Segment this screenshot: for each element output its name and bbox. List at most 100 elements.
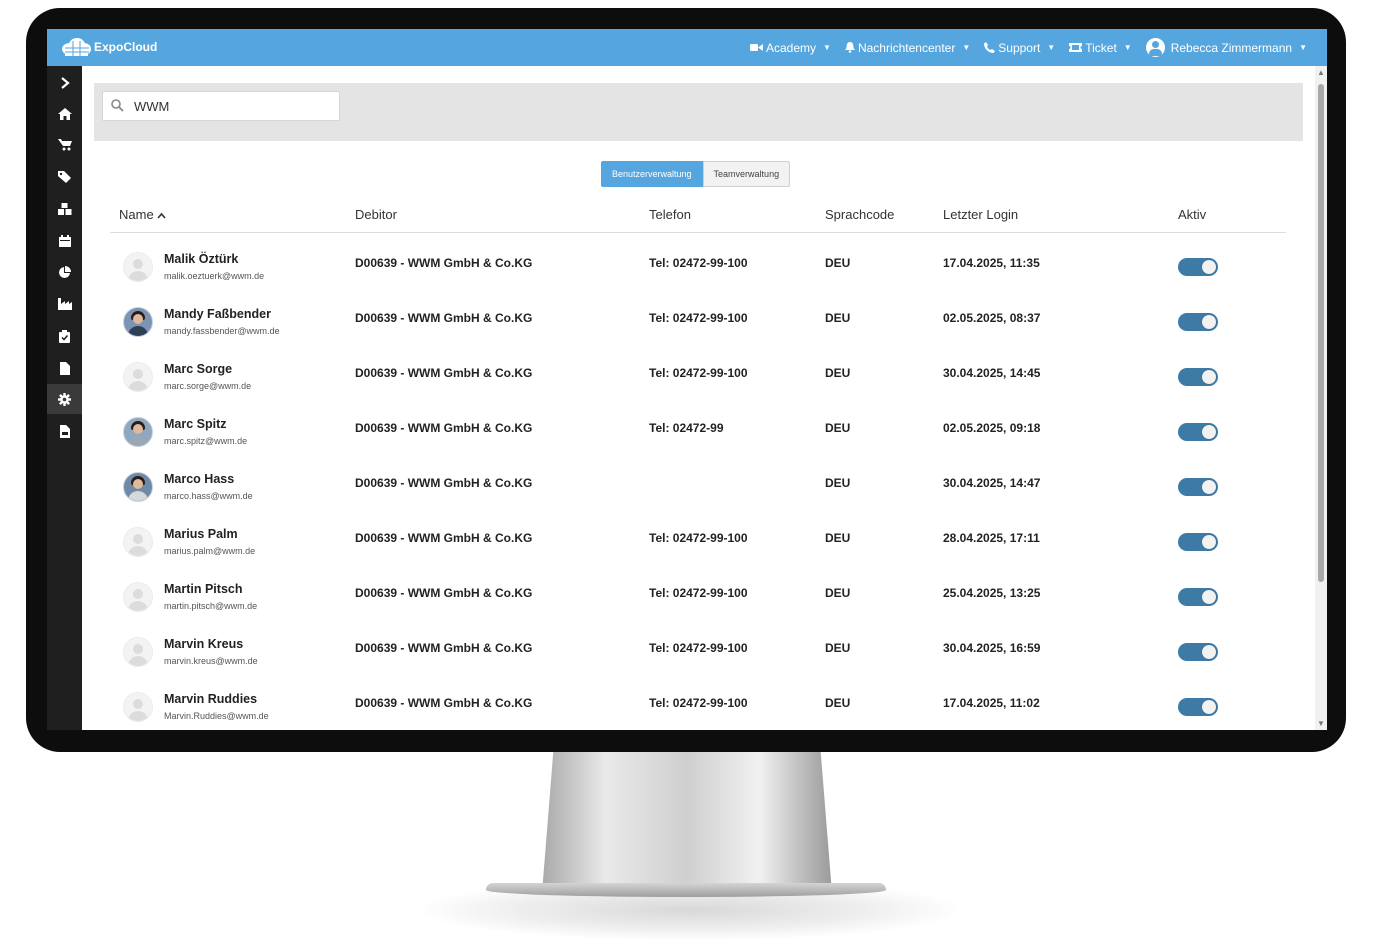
user-name-cell: Marc Sorge (164, 362, 233, 376)
sprachcode-cell: DEU (825, 531, 851, 545)
nav-nachrichtencenter[interactable]: Nachrichtencenter ▼ (844, 41, 971, 55)
monitor-stand-base (486, 883, 886, 897)
table-row[interactable]: Marc Sorge marc.sorge@wwm.de D00639 - WW… (110, 351, 1286, 406)
nav-support[interactable]: Support ▼ (984, 41, 1055, 55)
sprachcode-cell: DEU (825, 586, 851, 600)
active-toggle[interactable] (1178, 588, 1218, 606)
user-name-cell: Marco Hass (164, 472, 235, 486)
column-header-name[interactable]: Name (119, 207, 166, 222)
table-row[interactable]: Marvin Ruddies Marvin.Ruddies@wwm.de D00… (110, 681, 1286, 730)
sprachcode-cell: DEU (825, 366, 851, 380)
table-row[interactable]: Malik Öztürk malik.oeztuerk@wwm.de D0063… (110, 241, 1286, 296)
column-header-telefon[interactable]: Telefon (649, 207, 691, 222)
active-toggle[interactable] (1178, 478, 1218, 496)
sidebar-item-calendar[interactable] (47, 226, 82, 256)
login-cell: 28.04.2025, 17:11 (943, 531, 1040, 545)
user-menu[interactable]: Rebecca Zimmermann ▼ (1145, 38, 1307, 57)
sprachcode-cell: DEU (825, 696, 851, 710)
pie-chart-icon (59, 265, 71, 278)
user-email-cell: marius.palm@wwm.de (164, 546, 256, 556)
brand-logo[interactable]: ExpoCloud (61, 37, 157, 57)
nav-academy[interactable]: Academy ▼ (750, 41, 831, 55)
sprachcode-cell: DEU (825, 476, 851, 490)
table-row[interactable]: Marius Palm marius.palm@wwm.de D00639 - … (110, 516, 1286, 571)
active-toggle[interactable] (1178, 258, 1218, 276)
tags-icon (57, 171, 71, 183)
avatar-photo (123, 307, 153, 337)
sidebar-item-pdf[interactable] (47, 416, 82, 446)
telefon-cell: Tel: 02472-99-100 (649, 366, 748, 380)
login-cell: 17.04.2025, 11:02 (943, 696, 1040, 710)
login-cell: 02.05.2025, 08:37 (943, 311, 1041, 325)
avatar-placeholder (123, 362, 153, 392)
user-name-cell: Marvin Kreus (164, 637, 244, 651)
sidebar-item-industry[interactable] (47, 289, 82, 319)
top-nav-menu: Academy ▼ Nachrichtencenter ▼ Support ▼ Tic… (750, 29, 1307, 66)
avatar-placeholder (123, 252, 153, 282)
active-toggle[interactable] (1178, 313, 1218, 331)
brand-name: ExpoCloud (94, 40, 158, 54)
scrollbar-thumb[interactable] (1318, 84, 1324, 582)
user-email-cell: marvin.kreus@wwm.de (164, 656, 258, 666)
sidebar-item-tags[interactable] (47, 162, 82, 192)
table-header-divider (110, 232, 1286, 233)
sidebar-item-documents[interactable] (47, 353, 82, 383)
tab-benutzerverwaltung[interactable]: Benutzerverwaltung (601, 161, 703, 187)
user-email-cell: malik.oeztuerk@wwm.de (164, 271, 265, 281)
tab-teamverwaltung[interactable]: Teamverwaltung (702, 161, 791, 187)
table-row[interactable]: Marc Spitz marc.spitz@wwm.de D00639 - WW… (110, 406, 1286, 461)
user-email-cell: martin.pitsch@wwm.de (164, 601, 258, 611)
avatar-photo (123, 417, 153, 447)
chevron-down-icon: ▼ (962, 43, 971, 52)
sidebar-item-inventory[interactable] (47, 194, 82, 224)
sidebar-item-tasks[interactable] (47, 321, 82, 351)
sidebar (47, 66, 82, 730)
gear-icon (58, 392, 71, 406)
active-toggle[interactable] (1178, 368, 1218, 386)
phone-icon (984, 42, 996, 53)
column-header-sprachcode[interactable]: Sprachcode (825, 207, 894, 222)
user-name-cell: Malik Öztürk (164, 252, 239, 266)
telefon-cell: Tel: 02472-99-100 (649, 696, 748, 710)
main-content: WWM Benutzerverwaltung Teamverwaltung Na… (82, 66, 1315, 730)
telefon-cell: Tel: 02472-99-100 (649, 531, 748, 545)
sidebar-item-settings[interactable] (47, 384, 82, 414)
sidebar-item-reports[interactable] (47, 257, 82, 287)
vertical-scrollbar[interactable]: ▲ ▼ (1315, 66, 1327, 730)
table-row[interactable]: Marvin Kreus marvin.kreus@wwm.de D00639 … (110, 626, 1286, 681)
search-value: WWM (134, 99, 170, 114)
active-toggle[interactable] (1178, 698, 1218, 716)
column-header-aktiv[interactable]: Aktiv (1178, 207, 1206, 222)
table-row[interactable]: Martin Pitsch martin.pitsch@wwm.de D0063… (110, 571, 1286, 626)
table-row[interactable]: Mandy Faßbender mandy.fassbender@wwm.de … (110, 296, 1286, 351)
scroll-down-arrow-icon[interactable]: ▼ (1317, 719, 1325, 728)
nav-support-label: Support (998, 40, 1041, 55)
sidebar-item-home[interactable] (47, 99, 82, 129)
sidebar-item-shop[interactable] (47, 130, 82, 160)
monitor-stand (542, 748, 832, 893)
column-header-letzter-login[interactable]: Letzter Login (943, 207, 1018, 222)
home-icon (57, 108, 72, 120)
video-camera-icon (750, 44, 763, 51)
active-toggle[interactable] (1178, 643, 1218, 661)
sidebar-toggle[interactable] (47, 68, 82, 98)
scroll-up-arrow-icon[interactable]: ▲ (1317, 68, 1325, 77)
calendar-icon (58, 235, 71, 247)
search-input[interactable]: WWM (102, 91, 340, 121)
chevron-down-icon: ▼ (1299, 43, 1307, 52)
user-name-cell: Marc Spitz (164, 417, 227, 431)
table-row[interactable]: Marco Hass marco.hass@wwm.de D00639 - WW… (110, 461, 1286, 516)
top-navbar: ExpoCloud Academy ▼ Nachrichtencenter ▼ Su… (47, 29, 1327, 66)
active-toggle[interactable] (1178, 423, 1218, 441)
active-toggle[interactable] (1178, 533, 1218, 551)
boxes-icon (57, 203, 71, 215)
nav-ticket[interactable]: Ticket ▼ (1069, 41, 1132, 55)
search-icon (111, 99, 124, 112)
column-header-debitor[interactable]: Debitor (355, 207, 397, 222)
debitor-cell: D00639 - WWM GmbH & Co.KG (355, 586, 533, 600)
user-email-cell: mandy.fassbender@wwm.de (164, 326, 280, 336)
ticket-icon (1069, 43, 1083, 52)
avatar-placeholder (123, 527, 153, 557)
debitor-cell: D00639 - WWM GmbH & Co.KG (355, 311, 533, 325)
debitor-cell: D00639 - WWM GmbH & Co.KG (355, 641, 533, 655)
